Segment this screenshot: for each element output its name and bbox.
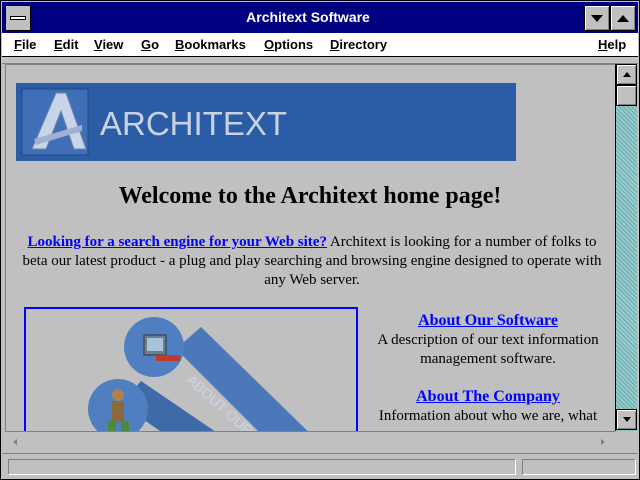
about-company-link[interactable]: About The Company [416, 388, 560, 405]
arrow-right-icon [601, 438, 605, 445]
vertical-scrollbar[interactable] [615, 64, 637, 431]
minimize-icon [591, 14, 603, 22]
page-content[interactable]: ARCHITEXT Welcome to the Architext home … [5, 64, 615, 431]
architext-logo: ARCHITEXT [16, 83, 516, 161]
banner-text: ARCHITEXT [100, 105, 287, 142]
menu-view[interactable]: View [94, 33, 123, 57]
company-section: About The Company Information about who … [370, 387, 606, 426]
title-bar[interactable]: Architext Software [2, 2, 638, 33]
status-message [8, 459, 516, 475]
search-engine-link[interactable]: Looking for a search engine for your Web… [27, 234, 326, 250]
scroll-right-button[interactable] [593, 432, 613, 451]
about-software-link[interactable]: About Our Software [418, 312, 558, 329]
scroll-up-button[interactable] [616, 64, 637, 85]
menu-edit[interactable]: Edit [54, 33, 79, 57]
menu-options[interactable]: Options [264, 33, 313, 57]
menu-bookmarks[interactable]: Bookmarks [175, 33, 246, 57]
menu-bar: File Edit View Go Bookmarks Options Dire… [2, 33, 638, 57]
progress-indicator [522, 459, 636, 475]
software-section: About Our Software A description of our … [370, 311, 606, 369]
toolbar-strip [2, 57, 638, 64]
window-title: Architext Software [246, 9, 370, 25]
arrow-down-icon [622, 417, 631, 422]
system-menu-icon [10, 16, 26, 20]
about-image-link[interactable]: ABOUT OUR [24, 307, 358, 431]
arrow-up-icon [622, 72, 631, 77]
about-illustration: ABOUT OUR [26, 309, 356, 431]
maximize-icon [617, 14, 629, 22]
menu-help[interactable]: Help [598, 33, 626, 57]
system-menu-button[interactable] [5, 5, 31, 31]
scroll-left-button[interactable] [5, 432, 25, 451]
browser-window: Architext Software File Edit View Go Boo… [0, 0, 640, 480]
menu-go[interactable]: Go [141, 33, 159, 57]
page-heading: Welcome to the Architext home page! [118, 183, 502, 209]
minimize-button[interactable] [584, 5, 610, 31]
vertical-scroll-thumb[interactable] [616, 85, 637, 106]
horizontal-scrollbar[interactable] [5, 431, 615, 451]
intro-paragraph: Looking for a search engine for your Web… [20, 233, 604, 290]
scrollbar-corner [615, 431, 637, 451]
arrow-left-icon [13, 438, 17, 445]
menu-directory[interactable]: Directory [330, 33, 387, 57]
about-software-desc: A description of our text information ma… [377, 332, 599, 367]
maximize-button[interactable] [610, 5, 636, 31]
status-bar [2, 453, 638, 479]
menu-file[interactable]: File [14, 33, 36, 57]
about-company-desc: Information about who we are, what [378, 408, 598, 424]
architext-banner[interactable]: ARCHITEXT [16, 83, 516, 161]
scroll-down-button[interactable] [616, 409, 637, 430]
